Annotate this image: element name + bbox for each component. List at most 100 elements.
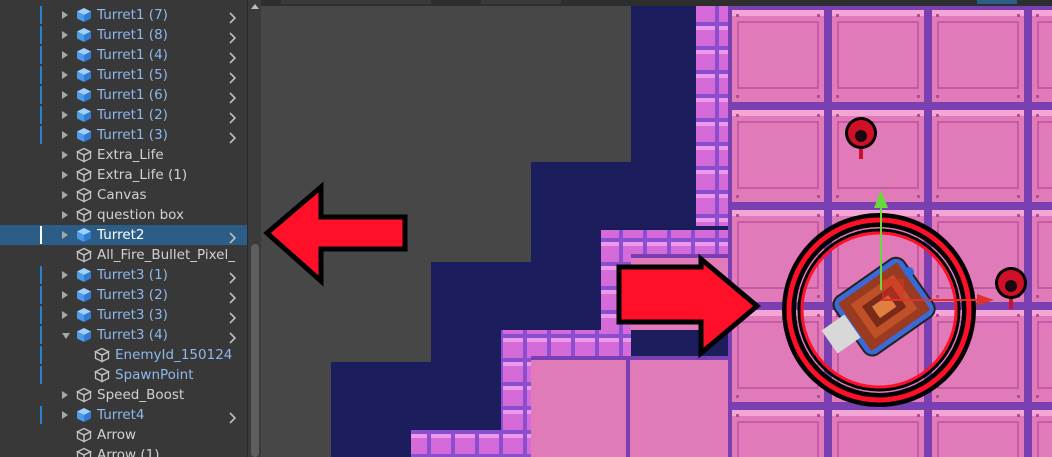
hierarchy-item-label: Turret4 xyxy=(97,407,145,423)
hierarchy-item[interactable]: Canvas xyxy=(0,185,247,205)
hierarchy-item-label: Turret3 (3) xyxy=(97,307,168,323)
prefab-cube-icon xyxy=(76,407,92,423)
collapsed-foldout-arrow-icon[interactable] xyxy=(62,171,68,179)
prefab-override-marker xyxy=(40,66,42,84)
scrollbar-thumb[interactable] xyxy=(251,244,259,457)
wall-strip-horizontal xyxy=(601,230,728,254)
hierarchy-item-label: question box xyxy=(97,207,185,223)
collapsed-foldout-arrow-icon[interactable] xyxy=(62,11,68,19)
hierarchy-item[interactable]: Turret1 (5) xyxy=(0,65,247,85)
hierarchy-item[interactable]: Turret4 xyxy=(0,405,247,425)
prefab-cube-icon xyxy=(76,67,92,83)
hierarchy-item[interactable]: Turret3 (2) xyxy=(0,285,247,305)
collapsed-foldout-arrow-icon[interactable] xyxy=(62,231,68,239)
collapsed-foldout-arrow-icon[interactable] xyxy=(62,191,68,199)
prefab-cube-icon xyxy=(76,287,92,303)
hierarchy-item[interactable]: EnemyId_150124 xyxy=(0,345,247,365)
hierarchy-item-label: Turret3 (1) xyxy=(97,267,168,283)
prefab-cube-icon xyxy=(76,327,92,343)
collapsed-foldout-arrow-icon[interactable] xyxy=(62,131,68,139)
collapsed-foldout-arrow-icon[interactable] xyxy=(62,71,68,79)
prefab-override-marker xyxy=(40,46,42,64)
prefab-override-marker xyxy=(40,226,42,244)
open-prefab-chevron-icon[interactable] xyxy=(229,9,237,24)
collapsed-foldout-arrow-icon[interactable] xyxy=(62,91,68,99)
open-prefab-chevron-icon[interactable] xyxy=(229,409,237,424)
open-prefab-chevron-icon[interactable] xyxy=(229,269,237,284)
hierarchy-item[interactable]: SpawnPoint xyxy=(0,365,247,385)
hierarchy-item[interactable]: All_Fire_Bullet_Pixel_ xyxy=(0,245,247,265)
collapsed-foldout-arrow-icon[interactable] xyxy=(62,411,68,419)
hierarchy-item[interactable]: question box xyxy=(0,205,247,225)
collapsed-foldout-arrow-icon[interactable] xyxy=(62,111,68,119)
prefab-override-marker xyxy=(40,86,42,104)
gameobject-cube-icon xyxy=(76,247,92,263)
prefab-override-marker xyxy=(40,6,42,24)
hierarchy-item[interactable]: Turret1 (2) xyxy=(0,105,247,125)
collapsed-foldout-arrow-icon[interactable] xyxy=(62,391,68,399)
collapsed-foldout-arrow-icon[interactable] xyxy=(62,291,68,299)
scroll-up-arrow-icon[interactable] xyxy=(251,4,259,9)
expanded-foldout-arrow-icon[interactable] xyxy=(62,333,70,339)
prefab-override-marker xyxy=(40,26,42,44)
collapsed-foldout-arrow-icon[interactable] xyxy=(62,31,68,39)
hierarchy-item[interactable]: Turret1 (6) xyxy=(0,85,247,105)
hierarchy-item[interactable]: Arrow xyxy=(0,425,247,445)
hierarchy-item-label: Turret1 (3) xyxy=(97,127,168,143)
gameobject-cube-icon xyxy=(76,187,92,203)
hierarchy-item[interactable]: Turret2 xyxy=(0,225,247,245)
open-prefab-chevron-icon[interactable] xyxy=(229,309,237,324)
collapsed-foldout-arrow-icon[interactable] xyxy=(62,211,68,219)
prefab-override-marker xyxy=(40,266,42,284)
hierarchy-item[interactable]: Turret3 (4) xyxy=(0,325,247,345)
gameobject-cube-icon xyxy=(76,427,92,443)
prefab-override-marker xyxy=(40,126,42,144)
hierarchy-item[interactable]: Turret1 (7) xyxy=(0,5,247,25)
collapsed-foldout-arrow-icon[interactable] xyxy=(62,271,68,279)
hierarchy-item[interactable]: Extra_Life xyxy=(0,145,247,165)
hierarchy-item[interactable]: Turret3 (3) xyxy=(0,305,247,325)
wall-strip-bottom xyxy=(411,430,501,457)
hierarchy-scrollbar[interactable] xyxy=(247,0,262,457)
gizmo-z-handle[interactable] xyxy=(904,267,914,277)
prefab-cube-icon xyxy=(76,127,92,143)
hierarchy-item-label: Canvas xyxy=(97,187,147,203)
hierarchy-item[interactable]: Turret1 (3) xyxy=(0,125,247,145)
hierarchy-item[interactable]: Turret1 (8) xyxy=(0,25,247,45)
hierarchy-item-label: Turret1 (4) xyxy=(97,47,168,63)
prefab-cube-icon xyxy=(76,27,92,43)
gameobject-cube-icon xyxy=(76,167,92,183)
prefab-cube-icon xyxy=(76,267,92,283)
open-prefab-chevron-icon[interactable] xyxy=(229,49,237,64)
hierarchy-item[interactable]: Extra_Life (1) xyxy=(0,165,247,185)
open-prefab-chevron-icon[interactable] xyxy=(229,29,237,44)
hierarchy-item[interactable]: Speed_Boost xyxy=(0,385,247,405)
open-prefab-chevron-icon[interactable] xyxy=(229,289,237,304)
hierarchy-item-label: Speed_Boost xyxy=(97,387,185,403)
open-prefab-chevron-icon[interactable] xyxy=(229,229,237,244)
open-prefab-chevron-icon[interactable] xyxy=(229,109,237,124)
prefab-override-marker xyxy=(40,346,42,364)
collapsed-foldout-arrow-icon[interactable] xyxy=(62,151,68,159)
gameobject-cube-icon xyxy=(76,387,92,403)
collapsed-foldout-arrow-icon[interactable] xyxy=(62,51,68,59)
open-prefab-chevron-icon[interactable] xyxy=(229,329,237,344)
hierarchy-panel[interactable]: Turret1 (7) Turret1 (8) Turret1 (4) Turret1… xyxy=(0,0,247,457)
hierarchy-item-label: Turret1 (8) xyxy=(97,27,168,43)
gameobject-cube-icon xyxy=(76,447,92,457)
hierarchy-item-label: Arrow (1) xyxy=(97,447,160,457)
hierarchy-item[interactable]: Turret3 (1) xyxy=(0,265,247,285)
hierarchy-item[interactable]: Turret1 (4) xyxy=(0,45,247,65)
open-prefab-chevron-icon[interactable] xyxy=(229,69,237,84)
scene-view[interactable] xyxy=(261,0,1052,457)
open-prefab-chevron-icon[interactable] xyxy=(229,129,237,144)
scene-canvas[interactable] xyxy=(261,0,1052,457)
hierarchy-item[interactable]: Arrow (1) xyxy=(0,445,247,457)
hierarchy-item-label: Turret1 (2) xyxy=(97,107,168,123)
hierarchy-item-label: Turret3 (2) xyxy=(97,287,168,303)
collapsed-foldout-arrow-icon[interactable] xyxy=(62,311,68,319)
open-prefab-chevron-icon[interactable] xyxy=(229,89,237,104)
wall-strip-step-3 xyxy=(501,356,531,457)
prefab-cube-icon xyxy=(76,227,92,243)
hierarchy-item-label: Turret3 (4) xyxy=(97,327,168,343)
